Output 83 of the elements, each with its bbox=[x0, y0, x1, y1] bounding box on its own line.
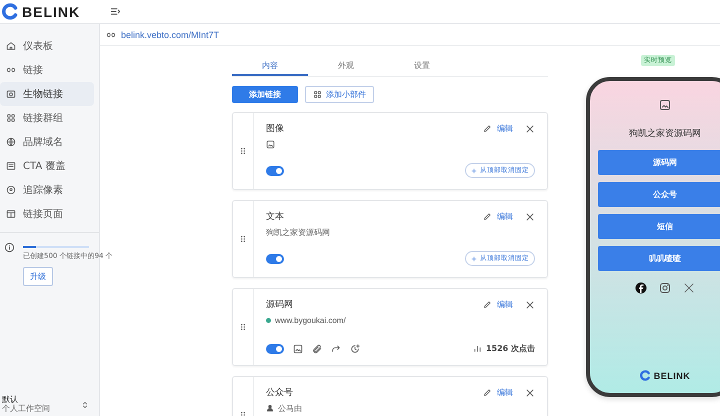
toggle-switch[interactable] bbox=[266, 166, 284, 176]
logo-icon bbox=[2, 3, 19, 20]
upgrade-button[interactable]: 升级 bbox=[23, 267, 53, 286]
drag-handle-icon bbox=[239, 235, 247, 243]
sidebar-item[interactable]: CTA 覆盖 bbox=[0, 154, 94, 178]
page-icon bbox=[6, 209, 16, 219]
drag-handle-icon bbox=[239, 323, 247, 331]
location-pin-icon bbox=[6, 185, 16, 195]
block-subtitle: 公马由 bbox=[278, 402, 302, 414]
close-icon bbox=[525, 388, 535, 398]
pencil-icon bbox=[483, 388, 492, 397]
tab[interactable]: 内容 bbox=[232, 56, 308, 76]
toggle-switch[interactable] bbox=[266, 254, 284, 264]
close-button[interactable] bbox=[525, 212, 535, 222]
url-link[interactable]: belink.vebto.com/MInt7T bbox=[121, 30, 220, 40]
sidebar-item[interactable]: 追踪像素 bbox=[0, 178, 94, 202]
add-link-button[interactable]: 添加链接 bbox=[232, 86, 298, 103]
grid-icon bbox=[6, 113, 16, 123]
instagram-icon bbox=[659, 282, 671, 294]
click-count: 1526 次点击 bbox=[486, 343, 535, 354]
sidebar-item[interactable]: 品牌域名 bbox=[0, 130, 94, 154]
sidebar-item[interactable]: 生物链接 bbox=[0, 82, 94, 106]
close-button[interactable] bbox=[525, 124, 535, 134]
edit-button[interactable]: 编辑 bbox=[483, 387, 513, 398]
link-icon bbox=[6, 65, 16, 75]
brand-name: BELINK bbox=[22, 4, 80, 20]
block-description: 狗凯之家资源码网 bbox=[266, 226, 330, 238]
camera-icon bbox=[6, 89, 16, 99]
add-widget-button[interactable]: 添加小部件 bbox=[305, 86, 374, 103]
plus-icon bbox=[471, 256, 477, 262]
sidebar-item[interactable]: 链接群组 bbox=[0, 106, 94, 130]
drag-handle-icon bbox=[239, 147, 247, 155]
workspace-name: 默认 bbox=[2, 396, 19, 404]
tab[interactable]: 外观 bbox=[308, 56, 384, 76]
sidebar-item[interactable]: 链接 bbox=[0, 58, 94, 82]
grid-icon bbox=[313, 90, 322, 99]
menu-button[interactable] bbox=[110, 6, 122, 17]
block-title: 图像 bbox=[266, 122, 284, 135]
sidebar-item[interactable]: 链接页面 bbox=[0, 202, 94, 226]
facebook-icon bbox=[635, 282, 647, 294]
chevron-up-down-icon bbox=[81, 401, 89, 410]
forward-arrow-icon bbox=[331, 344, 341, 354]
pencil-icon bbox=[483, 124, 492, 133]
paperclip-icon bbox=[312, 344, 322, 354]
image-icon bbox=[293, 344, 303, 354]
preview-heading: 狗凯之家资源码网 bbox=[629, 128, 701, 140]
close-icon bbox=[525, 124, 535, 134]
preview-link-button[interactable]: 叽叽喳喳 bbox=[598, 246, 720, 271]
workspace-subtitle: 个人工作空间 bbox=[2, 405, 50, 414]
image-icon bbox=[659, 99, 671, 111]
sidebar-item[interactable]: 仪表板 bbox=[0, 34, 94, 58]
edit-button[interactable]: 编辑 bbox=[483, 123, 513, 134]
home-icon bbox=[6, 41, 16, 51]
logo-icon bbox=[640, 370, 651, 381]
frame-icon bbox=[6, 161, 16, 171]
close-button[interactable] bbox=[525, 388, 535, 398]
close-button[interactable] bbox=[525, 300, 535, 310]
plus-icon bbox=[471, 168, 477, 174]
block-title: 公众号 bbox=[266, 386, 293, 399]
close-icon bbox=[525, 300, 535, 310]
pencil-icon bbox=[483, 300, 492, 309]
block-title: 文本 bbox=[266, 210, 284, 223]
avatar-icon bbox=[266, 404, 274, 412]
menu-icon bbox=[110, 6, 122, 17]
preview-link-button[interactable]: 公众号 bbox=[598, 182, 720, 207]
clock-plus-icon bbox=[350, 344, 360, 354]
edit-button[interactable]: 编辑 bbox=[483, 211, 513, 222]
favicon-icon bbox=[266, 318, 271, 322]
toggle-switch[interactable] bbox=[266, 344, 284, 354]
info-icon bbox=[4, 242, 15, 253]
close-icon bbox=[525, 212, 535, 222]
globe-icon bbox=[6, 137, 16, 147]
preview-link-button[interactable]: 短信 bbox=[598, 214, 720, 239]
bar-chart-icon bbox=[472, 344, 482, 353]
block-url: www.bygoukai.com/ bbox=[275, 316, 346, 324]
tab[interactable]: 设置 bbox=[384, 56, 460, 76]
pencil-icon bbox=[483, 212, 492, 221]
preview-brand-name: BELINK bbox=[654, 370, 690, 380]
edit-button[interactable]: 编辑 bbox=[483, 299, 513, 310]
block-title: 源码网 bbox=[266, 298, 293, 311]
x-icon bbox=[683, 282, 695, 294]
preview-link-button[interactable]: 源码网 bbox=[598, 150, 720, 175]
image-icon bbox=[266, 140, 275, 148]
